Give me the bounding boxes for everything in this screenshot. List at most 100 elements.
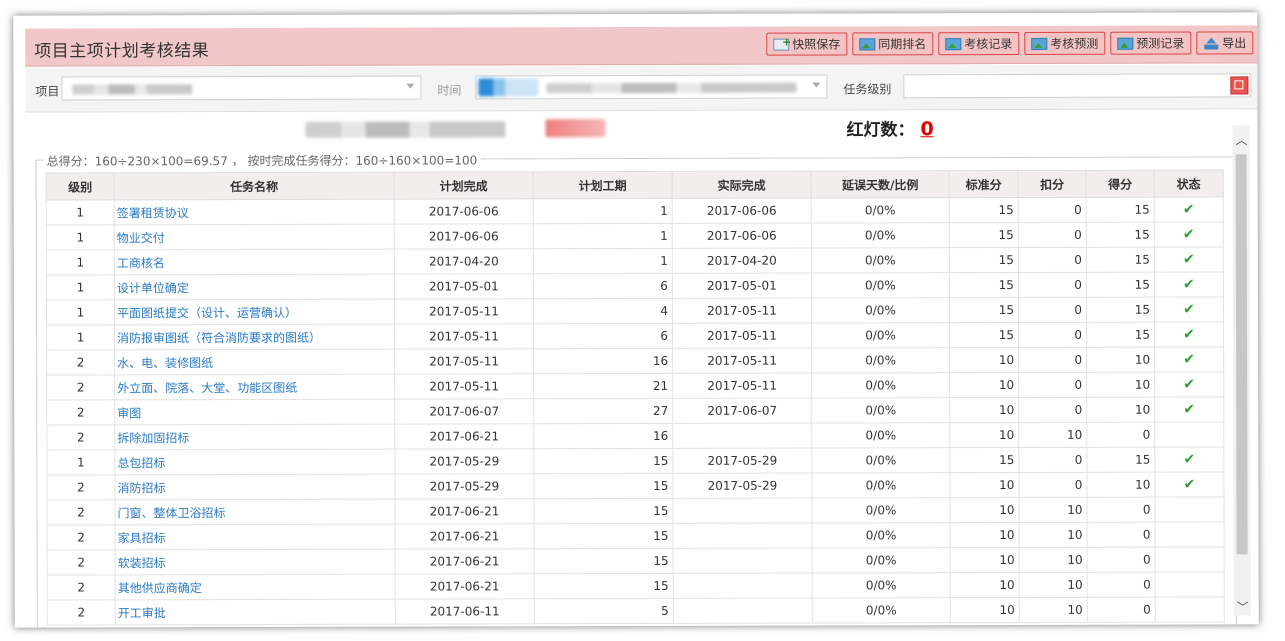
snapshot-save-button[interactable]: 快照保存 [766, 32, 848, 56]
status-cell: ✔ [1154, 246, 1224, 273]
standard-score-cell: 10 [950, 522, 1020, 548]
redacted-project-value [72, 84, 193, 95]
task-level-cell: 1 [46, 199, 115, 226]
delay-ratio-cell: 0/0% [811, 322, 950, 349]
check-icon: ✔ [1182, 226, 1195, 243]
status-cell [1154, 421, 1224, 448]
task-name-link[interactable]: 拆除加固招标 [114, 424, 395, 450]
score-cell: 0 [1087, 547, 1156, 573]
score-summary: 总得分：160÷230×100=69.57 ， 按时完成任务得分：160÷160… [43, 151, 481, 170]
task-name-link[interactable]: 物业交付 [114, 224, 395, 250]
task-name-link[interactable]: 消防报审图纸（符合消防要求的图纸） [114, 324, 395, 350]
task-name-link[interactable]: 总包招标 [114, 449, 395, 475]
actual-finish-cell [672, 498, 813, 524]
planned-finish-cell: 2017-05-29 [394, 448, 534, 475]
score-cell: 15 [1086, 322, 1155, 348]
actual-finish-cell [672, 423, 812, 449]
task-level-input[interactable] [903, 73, 1252, 99]
task-name-link[interactable]: 门窗、整体卫浴招标 [114, 499, 396, 525]
summary-area: 红灯数： 0 [25, 109, 1238, 153]
planned-finish-cell: 2017-06-11 [395, 598, 535, 625]
table-row: 1 消防报审图纸（符合消防要求的图纸） 2017-05-11 6 2017-05-11 0… [46, 321, 1224, 351]
status-cell [1154, 496, 1225, 523]
image-icon [1117, 37, 1134, 50]
deduction-cell: 0 [1018, 197, 1087, 223]
score-cell: 0 [1086, 422, 1155, 448]
planned-finish-cell: 2017-06-07 [394, 398, 534, 425]
planned-finish-cell: 2017-06-21 [395, 548, 535, 575]
deduction-cell: 0 [1018, 322, 1087, 348]
actual-finish-cell: 2017-06-06 [672, 198, 812, 224]
task-name-link[interactable]: 开工审批 [115, 599, 396, 625]
task-name-link[interactable]: 工商核名 [114, 249, 395, 275]
picker-icon[interactable] [1230, 76, 1249, 95]
task-name-link[interactable]: 家具招标 [115, 524, 396, 550]
time-select[interactable] [475, 74, 828, 100]
scroll-down-icon[interactable]: ﹀ [1237, 598, 1249, 615]
assessment-record-button[interactable]: 考核记录 [938, 31, 1020, 56]
task-level-cell: 2 [47, 599, 116, 626]
actual-finish-cell: 2017-05-11 [672, 348, 812, 374]
export-label: 导出 [1222, 36, 1247, 51]
check-icon: ✔ [1183, 326, 1195, 343]
status-cell: ✔ [1154, 446, 1224, 473]
planned-duration-cell: 4 [533, 298, 673, 324]
task-name-link[interactable]: 外立面、院落、大堂、功能区图纸 [114, 374, 395, 400]
actual-finish-cell: 2017-05-11 [672, 373, 812, 399]
red-light-number[interactable]: 0 [920, 118, 933, 140]
score-cell: 15 [1086, 247, 1155, 273]
check-icon: ✔ [1183, 301, 1195, 318]
score-cell: 10 [1086, 347, 1155, 373]
forecast-record-button[interactable]: 预测记录 [1110, 31, 1192, 55]
task-level-cell: 1 [46, 224, 115, 251]
deduction-cell: 10 [1018, 422, 1087, 448]
planned-duration-cell: 5 [534, 598, 674, 624]
standard-score-cell: 15 [949, 222, 1019, 248]
standard-score-cell: 10 [949, 422, 1019, 448]
task-level-cell: 2 [46, 474, 115, 501]
planned-duration-cell: 1 [533, 248, 673, 274]
status-cell [1155, 521, 1225, 548]
delay-ratio-cell: 0/0% [811, 222, 950, 249]
planned-finish-cell: 2017-06-06 [394, 198, 534, 225]
planned-duration-cell: 16 [533, 423, 673, 449]
task-name-link[interactable]: 水、电、装修图纸 [114, 349, 395, 375]
page-title: 项目主项计划考核结果 [34, 41, 210, 62]
vertical-scrollbar[interactable]: ︿ ﹀ [1232, 125, 1251, 616]
column-header: 扣分 [1018, 170, 1087, 198]
table-row: 2 开工审批 2017-06-11 5 0/0% 10 10 0 [47, 596, 1225, 626]
task-name-link[interactable]: 设计单位确定 [114, 274, 395, 300]
check-icon: ✔ [1183, 451, 1196, 468]
scrollbar-thumb[interactable] [1235, 154, 1248, 555]
task-level-cell: 2 [46, 374, 115, 401]
status-cell [1155, 546, 1225, 573]
delay-ratio-cell: 0/0% [811, 447, 950, 474]
task-name-link[interactable]: 软装招标 [115, 549, 396, 575]
deduction-cell: 10 [1019, 547, 1088, 573]
task-name-link[interactable]: 审图 [114, 399, 395, 425]
time-label: 时间 [437, 83, 462, 98]
task-name-link[interactable]: 其他供应商确定 [115, 574, 396, 600]
task-name-link[interactable]: 消防招标 [114, 474, 395, 500]
check-icon: ✔ [1183, 476, 1196, 493]
deduction-cell: 10 [1018, 497, 1088, 523]
period-ranking-button[interactable]: 同期排名 [852, 32, 934, 56]
delay-ratio-cell: 0/0% [811, 197, 950, 224]
column-header: 计划完成 [394, 171, 534, 200]
score-cell: 10 [1086, 372, 1155, 398]
task-level-cell: 2 [47, 574, 116, 601]
planned-duration-cell: 6 [533, 273, 673, 299]
actual-finish-cell: 2017-05-29 [672, 448, 812, 474]
task-name-link[interactable]: 平面图纸提交（设计、运营确认） [114, 299, 395, 325]
task-name-link[interactable]: 签署租赁协议 [114, 199, 395, 225]
standard-score-cell: 10 [949, 347, 1019, 373]
scroll-up-icon[interactable]: ︿ [1236, 131, 1248, 148]
table-row: 2 水、电、装修图纸 2017-05-11 16 2017-05-11 0/0% 10 0 10… [46, 346, 1224, 376]
task-level-cell: 1 [46, 324, 115, 351]
assessment-forecast-button[interactable]: 考核预测 [1024, 31, 1106, 55]
export-button[interactable]: 导出 [1196, 31, 1254, 55]
delay-ratio-cell: 0/0% [811, 472, 950, 499]
task-level-cell: 2 [47, 524, 116, 551]
standard-score-cell: 10 [950, 597, 1020, 623]
project-select[interactable] [61, 75, 422, 101]
